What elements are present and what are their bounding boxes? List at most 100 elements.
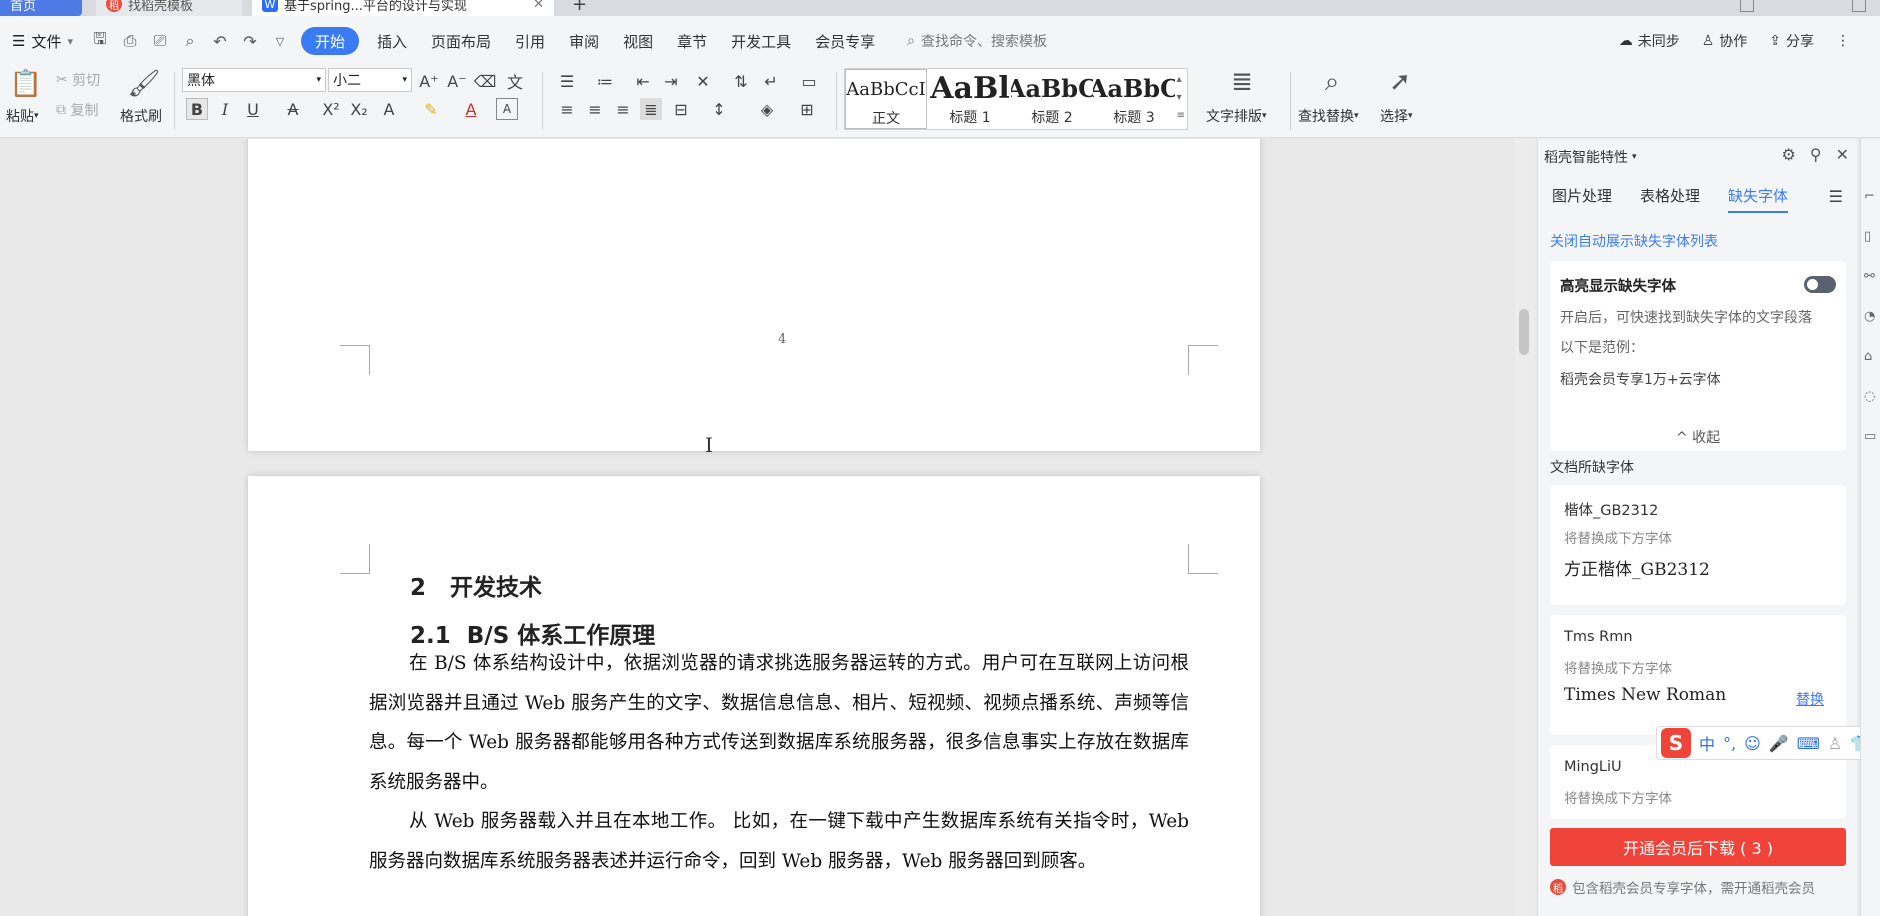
menu-view[interactable]: 视图 [611,27,665,55]
sort-icon[interactable]: ⇅ [730,70,752,92]
pinyin-guide-icon[interactable]: 文 [504,70,526,92]
missing-font-card[interactable]: 楷体_GB2312 将替换成下方字体 方正楷体_GB2312 [1550,485,1846,605]
menu-member[interactable]: 会员专享 [803,27,887,55]
replace-link[interactable]: 替换 [1796,689,1824,709]
unlock-download-button[interactable]: 开通会员后下载 ( 3 ) [1550,828,1846,866]
menu-section[interactable]: 章节 [665,27,719,55]
select-button[interactable]: 选择 ▾ [1380,106,1413,126]
menu-review[interactable]: 审阅 [557,27,611,55]
more-icon[interactable]: ⋮ [1836,33,1850,49]
borders-icon[interactable]: ⊞ [796,98,818,120]
style-heading2[interactable]: AaBbC 标题 2 [1011,69,1093,129]
superscript-button[interactable]: X² [320,98,342,120]
tool-icon[interactable]: ▭ [1864,429,1876,444]
cursor-arrow-icon[interactable]: ➚ [1384,66,1416,98]
page-5[interactable]: 2 开发技术 2.1 B/S 体系工作原理 在 B/S 体系结构设计中，依据浏览… [248,476,1260,916]
print-preview-icon[interactable]: ⌕ [179,30,201,52]
style-gallery-scroll[interactable]: ▴ ▾ ≡ [1177,71,1185,125]
scrollbar-thumb[interactable] [1519,309,1529,355]
paste-button[interactable]: 粘贴 ▾ [6,106,39,126]
highlight-icon[interactable]: ✎ [420,98,442,120]
ruler-icon[interactable]: ▭ [798,70,820,92]
find-replace-button[interactable]: 查找替换 ▾ [1298,106,1359,126]
show-marks-icon[interactable]: ↵ [760,70,782,92]
save-icon[interactable]: 🖫 [89,29,111,52]
ime-language[interactable]: 中 [1699,731,1715,755]
tab-image-processing[interactable]: 图片处理 [1538,175,1626,215]
format-painter-button[interactable]: 格式刷 [120,106,162,126]
sync-button[interactable]: ☁ 未同步 [1619,31,1680,51]
bullet-list-icon[interactable]: ☰ [556,70,578,92]
format-painter-icon[interactable]: 🖌 [128,68,161,100]
tab-table-processing[interactable]: 表格处理 [1626,175,1714,215]
close-icon[interactable]: ✕ [533,0,544,12]
italic-button[interactable]: I [214,98,236,120]
missing-font-card[interactable]: Tms Rmn 将替换成下方字体 Times New Roman 替换 [1550,615,1846,735]
microphone-icon[interactable]: 🎤 [1769,734,1789,753]
undo-icon[interactable]: ↶ [209,30,231,52]
tab-home[interactable]: 首页 [0,0,82,16]
grow-font-icon[interactable]: A⁺ [418,70,440,92]
tool-icon[interactable]: ⌐ [1864,189,1875,204]
subscript-button[interactable]: X₂ [348,98,370,120]
page-4[interactable]: 4 [248,139,1260,451]
share-button[interactable]: ⇪ 分享 [1769,31,1814,51]
find-icon[interactable]: ⌕ [1316,66,1348,98]
paragraph[interactable]: 从 Web 服务器载入并且在本地工作。 比如，在一键下载中产生数据库系统有关指令… [369,802,1189,881]
strikethrough-button[interactable]: A [282,98,304,120]
decrease-indent-icon[interactable]: ⇤ [632,70,654,92]
pin-icon[interactable]: ⚲ [1810,145,1822,164]
font-name-select[interactable]: 黑体 ▾ [182,68,326,92]
panel-title[interactable]: 稻壳智能特性 ▾ [1544,147,1637,167]
menu-insert[interactable]: 插入 [365,27,419,55]
copy-button[interactable]: ⧉ 复制 [56,100,98,120]
paragraph[interactable]: 在 B/S 体系结构设计中，依据浏览器的请求挑选服务器运转的方式。用户可在互联网… [369,644,1189,802]
tab-missing-fonts[interactable]: 缺失字体 [1714,175,1802,215]
tool-icon[interactable]: ⌂ [1864,349,1872,364]
customize-icon[interactable]: ▽ [269,30,291,52]
font-color-button[interactable]: A [460,98,482,120]
user-icon[interactable]: ♙ [1828,734,1842,753]
shading-icon[interactable]: ◈ [756,98,778,120]
keyboard-icon[interactable]: ⌨ [1797,734,1820,753]
style-heading3[interactable]: AaBbC 标题 3 [1093,69,1175,129]
font-size-select[interactable]: 小二 ▾ [328,68,412,92]
file-menu[interactable]: ☰ 文件 ▾ [0,31,85,52]
ime-toolbar[interactable]: S 中 °, ☺ 🎤 ⌨ ♙ 👕 [1656,726,1880,760]
text-layout-button[interactable]: 文字排版 ▾ [1206,106,1267,126]
tab-template[interactable]: 稻找稻壳模板 [96,0,242,16]
tab-document[interactable]: W 基于spring...平台的设计与实现 ✕ [252,0,554,16]
shrink-font-icon[interactable]: A⁻ [446,70,468,92]
close-icon[interactable]: ✕ [1836,145,1849,164]
cut-button[interactable]: ✂ 剪切 [56,70,100,90]
restore-window-icon[interactable] [1852,0,1866,12]
document-scrollbar[interactable] [1515,139,1535,916]
new-tab-button[interactable]: + [572,0,587,15]
clear-format-icon[interactable]: ⌫ [474,70,497,92]
justify-icon[interactable]: ≣ [640,98,662,120]
style-heading1[interactable]: AaBl 标题 1 [929,69,1011,129]
style-normal[interactable]: AaBbCcI 正文 [845,69,927,129]
increase-indent-icon[interactable]: ⇥ [660,70,682,92]
text-effect-icon[interactable]: A [378,98,400,120]
highlight-toggle[interactable] [1804,276,1836,293]
avatar[interactable] [1740,0,1754,12]
document-canvas[interactable]: 4 I 2 开发技术 2.1 B/S 体系工作原理 在 B/S 体系结构设计中，… [0,139,1515,916]
command-search[interactable]: ⌕ 查找命令、搜索模板 [907,31,1047,51]
sogou-logo-icon[interactable]: S [1661,728,1691,758]
tool-icon[interactable]: ◌ [1864,389,1875,404]
chinese-layout-icon[interactable]: ✕ [692,70,714,92]
menu-developer[interactable]: 开发工具 [719,27,803,55]
list-menu-icon[interactable]: ☰ [1829,187,1843,206]
text-layout-icon[interactable]: ≣ [1226,66,1258,98]
collaborate-button[interactable]: ♙ 协作 [1702,31,1748,51]
menu-references[interactable]: 引用 [503,27,557,55]
gear-icon[interactable]: ⚙ [1782,145,1796,164]
punctuation-icon[interactable]: °, [1723,734,1736,753]
numbered-list-icon[interactable]: ≔ [594,70,616,92]
redo-icon[interactable]: ↷ [239,30,261,52]
menu-page-layout[interactable]: 页面布局 [419,27,503,55]
tool-icon[interactable]: ◔ [1864,309,1875,324]
paste-icon[interactable]: 📋 [10,68,42,100]
emoji-icon[interactable]: ☺ [1744,734,1761,753]
